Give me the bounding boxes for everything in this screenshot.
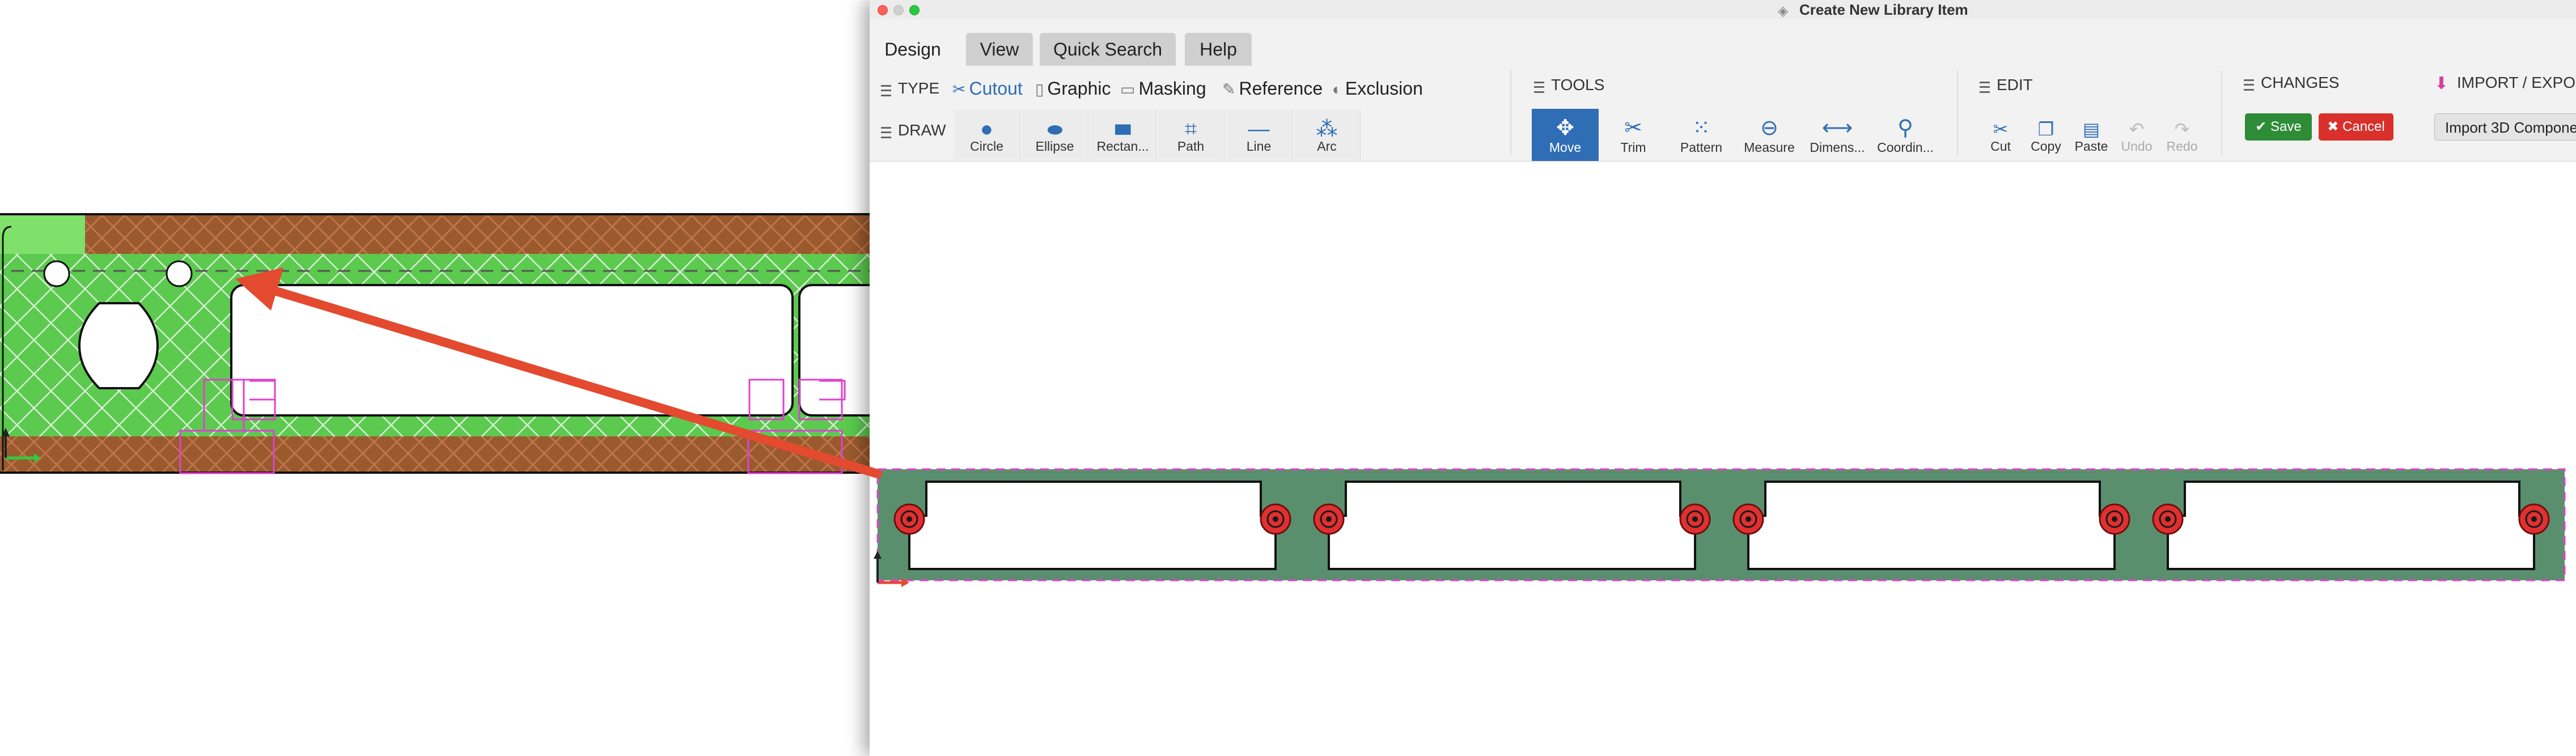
toolbar-separator [1957, 70, 1958, 155]
minimize-window-button[interactable] [893, 5, 904, 15]
changes-menu-icon[interactable] [2244, 79, 2254, 91]
redo-icon: ↷ [2174, 119, 2190, 139]
mounting-hole-marker[interactable] [2518, 503, 2550, 535]
type-graphic[interactable]: ▯ Graphic [1035, 78, 1111, 99]
board-small-hole [43, 260, 70, 287]
board-small-hole [166, 260, 193, 287]
tool-trim-button[interactable]: ✂ Trim [1600, 109, 1667, 161]
tools-menu-icon[interactable] [1534, 82, 1544, 93]
tool-measure-button[interactable]: ⊖ Measure [1736, 109, 1803, 161]
mounting-hole-marker[interactable] [1679, 503, 1711, 535]
ribbon-toolbar: Design View Quick Search Help TYPE ✂ Cuto… [870, 19, 2576, 162]
path-icon: ⌗ [1184, 117, 1197, 141]
rectangle-icon: ■ [1113, 117, 1133, 141]
type-cutout[interactable]: ✂ Cutout [952, 78, 1023, 99]
circle-icon: ● [980, 117, 993, 141]
document-icon: ▯ [1035, 80, 1044, 98]
draw-line-button[interactable]: — Line [1226, 110, 1293, 160]
edit-undo-button[interactable]: ↶ Undo [2115, 110, 2159, 160]
toolbar-separator [1510, 70, 1511, 155]
arc-icon: ⁂ [1316, 117, 1338, 141]
close-icon: ✖ [2327, 119, 2343, 134]
draw-path-button[interactable]: ⌗ Path [1158, 110, 1225, 160]
window-titlebar: ◈ Create New Library Item [870, 0, 2576, 20]
import-3d-component-button[interactable]: Import 3D Componen [2434, 113, 2576, 141]
toolbar-separator [2221, 70, 2222, 155]
draw-rectangle-button[interactable]: ■ Rectan... [1090, 110, 1156, 160]
mounting-hole-marker[interactable] [1732, 503, 1764, 535]
scissors-icon: ✂ [952, 80, 966, 98]
changes-label: CHANGES [2261, 74, 2340, 91]
tool-coordinate-button[interactable]: ⚲ Coordin... [1872, 109, 1939, 161]
type-row-label: TYPE [898, 79, 940, 97]
edit-menu-icon[interactable] [1980, 82, 1990, 93]
import-export-label: IMPORT / EXPO [2457, 74, 2576, 91]
draw-arc-button[interactable]: ⁂ Arc [1294, 110, 1361, 160]
ellipse-icon: ● [1044, 117, 1065, 141]
panel-slot-cutout[interactable] [908, 481, 1277, 570]
mounting-hole-marker[interactable] [1313, 503, 1345, 535]
type-reference[interactable]: ✎ Reference [1222, 78, 1323, 99]
pattern-icon: ⁙ [1692, 116, 1710, 140]
tab-design[interactable]: Design [876, 33, 949, 66]
measure-icon: ⊖ [1760, 116, 1778, 140]
close-window-button[interactable] [878, 5, 888, 15]
panel-slot-cutout[interactable] [1328, 481, 1696, 570]
panel-slot-cutout[interactable] [1747, 481, 2116, 570]
tab-view[interactable]: View [966, 33, 1033, 66]
trim-icon: ✂ [1624, 116, 1642, 140]
type-menu-icon[interactable] [881, 85, 891, 96]
tool-dimension-button[interactable]: ⟷ Dimens... [1804, 109, 1871, 161]
tools-label: TOOLS [1551, 76, 1605, 94]
draw-row-label: DRAW [898, 121, 946, 139]
check-icon: ✔ [2255, 119, 2271, 134]
dimension-icon: ⟷ [1821, 116, 1853, 140]
edit-paste-button[interactable]: ▤ Paste [2069, 110, 2113, 160]
undo-icon: ↶ [2129, 119, 2145, 139]
location-pin-icon: ⚲ [1897, 116, 1913, 140]
masking-tape-icon: ▭ [1120, 80, 1136, 98]
tool-pattern-button[interactable]: ⁙ Pattern [1668, 109, 1735, 161]
panel-slot-cutout[interactable] [2167, 481, 2535, 570]
edit-cut-button[interactable]: ✂ Cut [1978, 110, 2023, 160]
window-title: Create New Library Item [1799, 1, 1968, 18]
paste-icon: ▤ [2082, 119, 2100, 139]
type-exclusion[interactable]: ◐ Exclusion [1332, 78, 1423, 99]
tab-help[interactable]: Help [1185, 33, 1252, 66]
mounting-hole-marker[interactable] [893, 503, 925, 535]
window-app-icon: ◈ [1778, 3, 1789, 19]
draw-menu-icon[interactable] [881, 127, 891, 138]
edit-label: EDIT [1997, 76, 2033, 94]
draw-ellipse-button[interactable]: ● Ellipse [1022, 110, 1088, 160]
tool-move-button[interactable]: ✥ Move [1532, 109, 1599, 161]
copy-icon: ❐ [2037, 119, 2054, 139]
draw-circle-button[interactable]: ● Circle [954, 110, 1020, 160]
scissors-icon: ✂ [1993, 119, 2009, 139]
cancel-button[interactable]: ✖ Cancel [2319, 113, 2393, 141]
mounting-hole-marker[interactable] [1260, 503, 1291, 535]
type-masking[interactable]: ▭ Masking [1120, 78, 1206, 99]
mounting-hole-marker[interactable] [2152, 503, 2184, 535]
line-icon: — [1248, 117, 1270, 141]
design-panel-drawing[interactable] [870, 453, 2576, 601]
board-rect-cutout [230, 284, 794, 417]
move-icon: ✥ [1556, 116, 1574, 140]
save-button[interactable]: ✔ Save [2245, 113, 2312, 141]
tab-quick-search[interactable]: Quick Search [1040, 33, 1176, 66]
pencil-icon: ✎ [1222, 80, 1236, 98]
download-icon: ⬇ [2434, 74, 2449, 93]
mounting-hole-marker[interactable] [2099, 503, 2130, 535]
board-large-cutout [78, 302, 159, 389]
create-library-item-window: ◈ Create New Library Item Design View Qu… [870, 0, 2576, 756]
edit-redo-button[interactable]: ↷ Redo [2160, 110, 2204, 160]
edit-copy-button[interactable]: ❐ Copy [2024, 110, 2068, 160]
half-circle-icon: ◐ [1332, 80, 1342, 98]
zoom-window-button[interactable] [909, 5, 920, 15]
